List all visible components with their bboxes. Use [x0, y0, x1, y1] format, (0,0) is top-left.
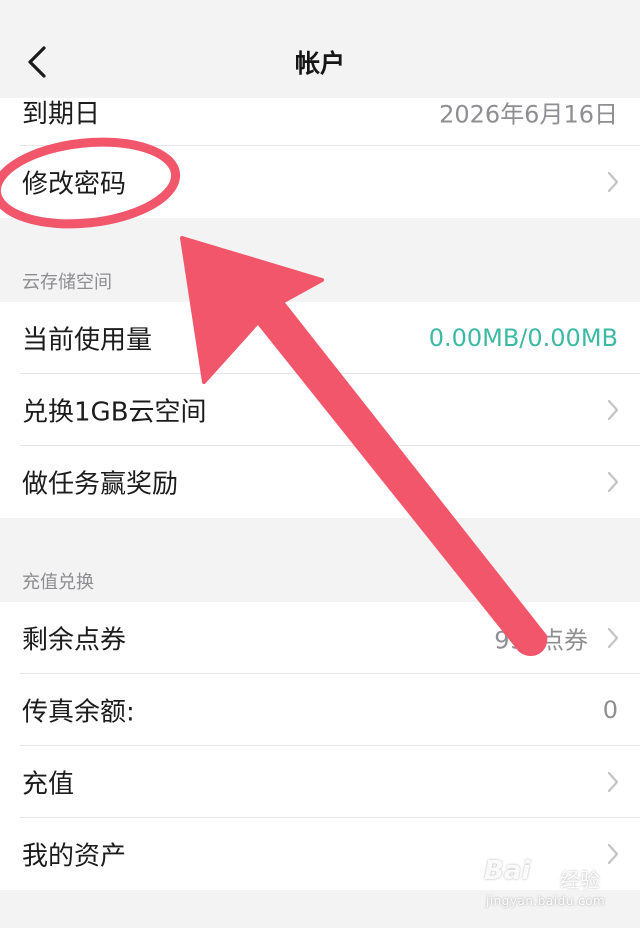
- chevron-right-icon: [607, 171, 619, 193]
- account-group: 到期日 2026年6月16日 修改密码: [0, 98, 640, 218]
- section-header-recharge: 充值兑换: [22, 572, 94, 593]
- change-password-label: 修改密码: [22, 169, 127, 200]
- expiry-date-value: 2026年6月16日: [439, 100, 618, 129]
- change-password-row[interactable]: 修改密码: [0, 146, 640, 218]
- navigation-bar: 帐户: [0, 0, 640, 98]
- fax-balance-value: 0: [602, 696, 618, 724]
- section-header-storage: 云存储空间: [22, 272, 112, 293]
- current-usage-value: 0.00MB/0.00MB: [428, 324, 618, 352]
- current-usage-row: 当前使用量 0.00MB/0.00MB: [0, 302, 640, 374]
- watermark-url: jingyan.baidu.com: [486, 894, 606, 908]
- redeem-cloud-space-label: 兑换1GB云空间: [22, 397, 207, 428]
- expiry-date-row: 到期日 2026年6月16日: [0, 98, 640, 146]
- chevron-right-icon: [607, 399, 619, 421]
- remaining-coupons-value: 999点券: [494, 626, 588, 655]
- remaining-coupons-row[interactable]: 剩余点券 999点券: [0, 602, 640, 674]
- storage-group: 当前使用量 0.00MB/0.00MB 兑换1GB云空间 做任务赢奖励: [0, 302, 640, 518]
- top-up-label: 充值: [22, 769, 75, 800]
- remaining-coupons-label: 剩余点券: [22, 625, 127, 656]
- chevron-right-icon: [607, 771, 619, 793]
- baidu-jingyan-watermark: Bai 经验 jingyan.baidu.com: [484, 856, 612, 916]
- task-rewards-row[interactable]: 做任务赢奖励: [0, 446, 640, 518]
- current-usage-label: 当前使用量: [22, 325, 153, 356]
- expiry-date-label: 到期日: [22, 99, 101, 130]
- page-title: 帐户: [294, 49, 345, 78]
- my-assets-label: 我的资产: [22, 841, 127, 872]
- fax-balance-label: 传真余额:: [22, 697, 135, 728]
- task-rewards-label: 做任务赢奖励: [22, 469, 179, 500]
- fax-balance-row: 传真余额: 0: [0, 674, 640, 746]
- redeem-cloud-space-row[interactable]: 兑换1GB云空间: [0, 374, 640, 446]
- top-up-row[interactable]: 充值: [0, 746, 640, 818]
- watermark-suffix: 经验: [560, 868, 600, 892]
- chevron-right-icon: [607, 471, 619, 493]
- chevron-right-icon: [607, 627, 619, 649]
- watermark-logo: Bai: [484, 856, 531, 886]
- recharge-group: 剩余点券 999点券 传真余额: 0 充值 我的资产: [0, 602, 640, 890]
